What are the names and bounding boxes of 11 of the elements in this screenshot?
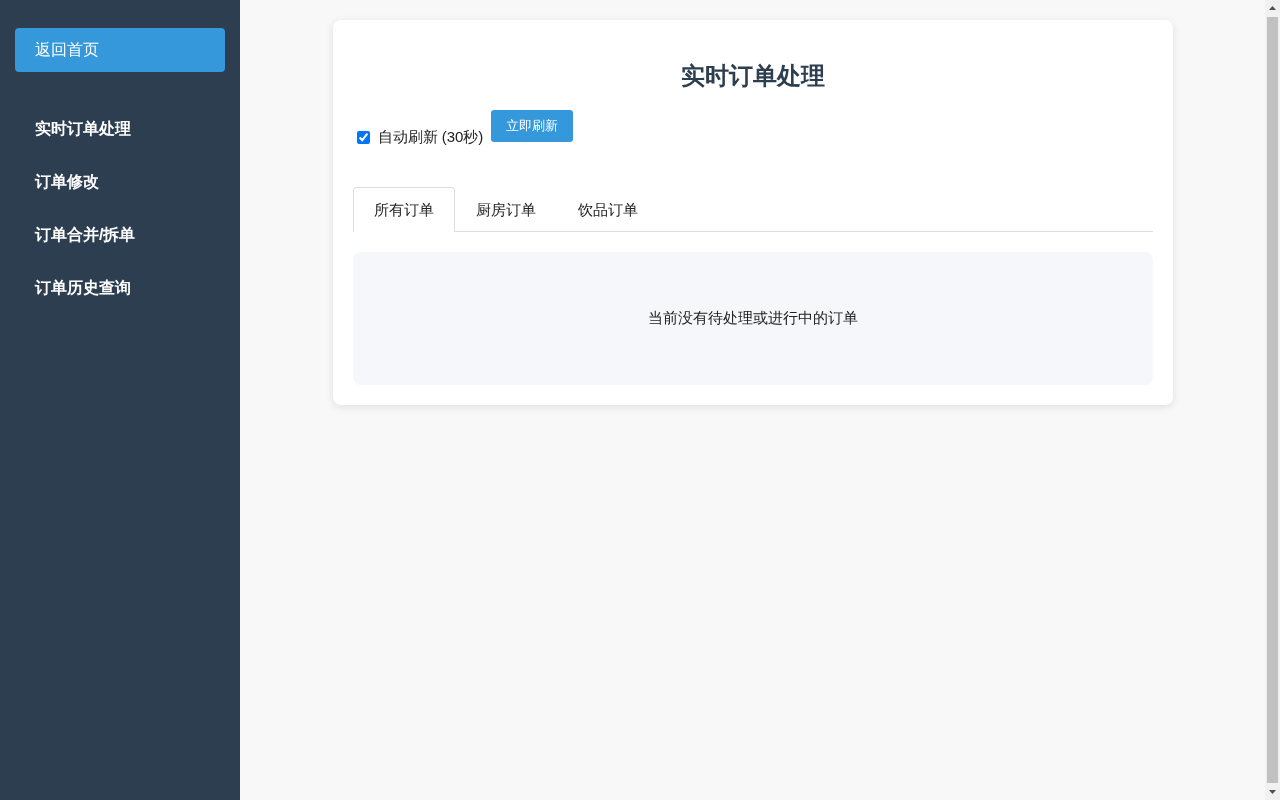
page-title: 实时订单处理	[679, 61, 826, 91]
nav-link[interactable]: 订单合并/拆单	[35, 226, 136, 243]
tab[interactable]: 饮品订单	[556, 187, 659, 231]
checkbox-label: 自动刷新 (30秒)	[377, 128, 484, 147]
tab[interactable]: 所有订单	[352, 187, 455, 232]
auto-refresh-checkbox[interactable]	[356, 131, 370, 144]
empty-message: 当前没有待处理或进行中的订单	[647, 309, 858, 328]
nav-link[interactable]: 订单历史查询	[35, 279, 131, 296]
nav-link[interactable]: 实时订单处理	[35, 120, 131, 137]
tab[interactable]: 厨房订单	[454, 187, 557, 231]
nav-link[interactable]: 订单修改	[35, 173, 99, 190]
